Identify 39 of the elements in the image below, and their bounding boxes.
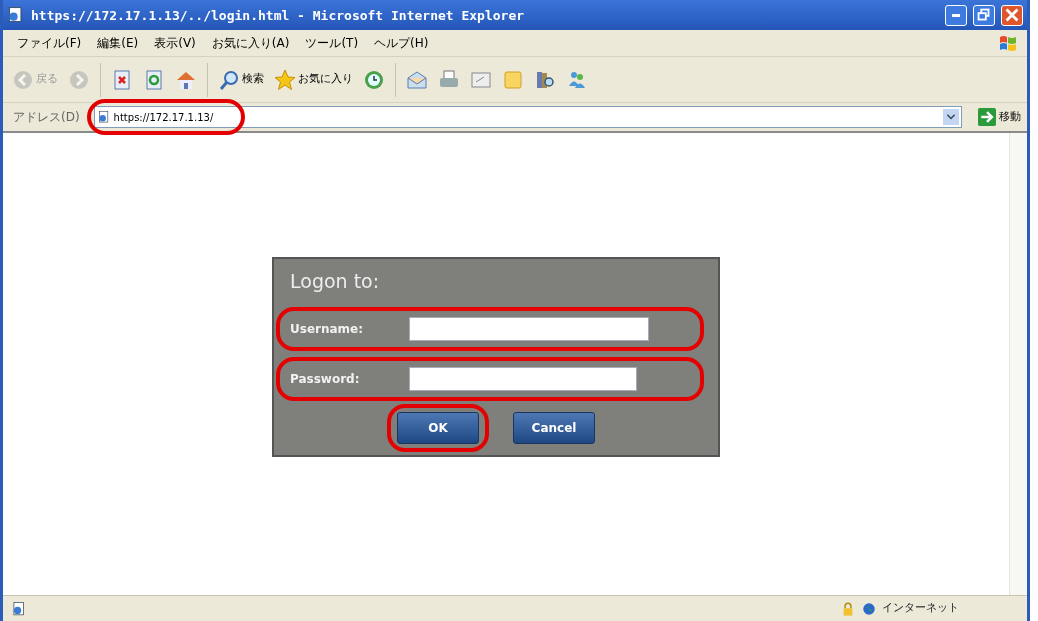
forward-icon xyxy=(68,68,90,91)
field-label: Username: xyxy=(290,320,365,338)
arrow-icon xyxy=(978,108,996,126)
menu-item[interactable]: ヘルプ(H) xyxy=(368,32,435,54)
menu-item[interactable]: 表示(V) xyxy=(148,32,202,54)
search-button[interactable]: 検索 xyxy=(215,66,267,93)
page-icon xyxy=(11,600,27,617)
menu-item[interactable]: ツール(T) xyxy=(299,32,365,54)
menu-item[interactable]: ファイル(F) xyxy=(11,32,88,54)
status-zone: インターネット xyxy=(882,600,959,617)
star-button[interactable]: お気に入り xyxy=(271,66,356,93)
scrollbar[interactable] xyxy=(1009,133,1027,595)
menu-item[interactable]: お気に入り(A) xyxy=(205,32,296,54)
restore-button[interactable] xyxy=(973,4,995,26)
close-button[interactable] xyxy=(1001,4,1023,26)
ok-button[interactable]: OK xyxy=(397,411,479,444)
globe-icon xyxy=(862,601,876,616)
back-icon xyxy=(12,68,34,91)
input-field[interactable] xyxy=(409,366,637,391)
stop-icon xyxy=(111,68,133,91)
minimize-icon xyxy=(951,12,961,18)
history-icon xyxy=(363,68,385,91)
refresh-icon xyxy=(143,68,165,91)
note-icon xyxy=(502,68,524,91)
input-field[interactable] xyxy=(409,316,649,341)
field-label: Password: xyxy=(290,370,361,388)
cancel-button[interactable]: Cancel xyxy=(513,411,595,444)
menu-item[interactable]: 編集(E) xyxy=(91,32,145,54)
dropdown-icon xyxy=(943,109,959,125)
address-field[interactable]: https://172.17.1.13/ xyxy=(93,106,962,128)
star-icon xyxy=(274,68,296,91)
search-icon xyxy=(218,68,240,91)
go-button[interactable]: 移動 xyxy=(976,108,1023,126)
minimize-button[interactable] xyxy=(945,4,967,26)
dialog-title: Logon to: xyxy=(290,269,381,294)
page-icon xyxy=(96,110,111,124)
address-label: アドレス(D) xyxy=(13,109,80,126)
page-icon xyxy=(7,6,25,24)
window-title: https://172.17.1.13/../login.html - Microsoft Internet Explorer xyxy=(31,7,526,23)
